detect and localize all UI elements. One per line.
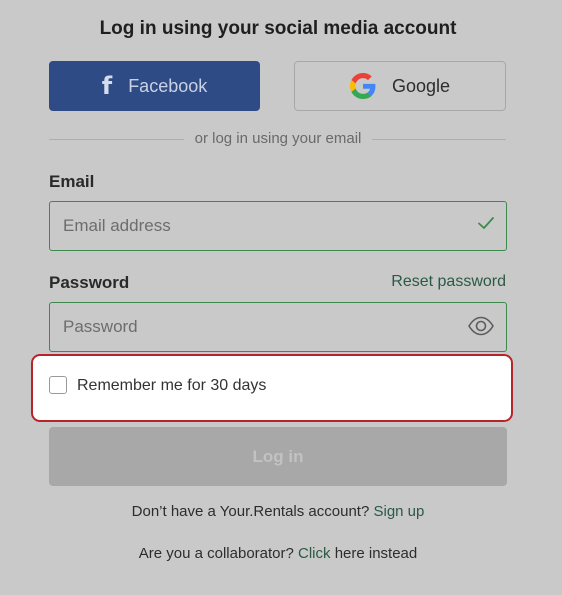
- google-button-label: Google: [391, 75, 451, 96]
- signup-line: Don’t have a Your.Rentals account? Sign …: [0, 503, 556, 520]
- facebook-login-button[interactable]: f Facebook: [49, 61, 260, 111]
- divider-text: or log in using your email: [184, 130, 372, 147]
- login-button[interactable]: Log in: [49, 427, 507, 486]
- signup-prefix: Don’t have a Your.Rentals account?: [131, 503, 370, 520]
- signup-link[interactable]: Sign up: [373, 503, 424, 520]
- reset-password-link[interactable]: Reset password: [391, 273, 506, 291]
- collaborator-prefix: Are you a collaborator?: [138, 545, 294, 562]
- remember-me-checkbox[interactable]: [49, 376, 67, 394]
- collaborator-link[interactable]: Click: [298, 545, 331, 562]
- google-login-button[interactable]: Google: [294, 61, 506, 111]
- password-input-container: [49, 302, 507, 352]
- email-label: Email: [49, 172, 95, 191]
- remember-me-label[interactable]: Remember me for 30 days: [77, 377, 266, 395]
- eye-icon[interactable]: [467, 315, 495, 337]
- check-icon: [478, 217, 494, 229]
- collaborator-line: Are you a collaborator? Click here inste…: [0, 545, 556, 562]
- facebook-button-label: Facebook: [128, 75, 208, 96]
- password-label: Password: [49, 273, 130, 292]
- facebook-icon: f: [101, 72, 113, 100]
- google-icon: [349, 73, 376, 99]
- page-title: Log in using your social media account: [99, 18, 457, 39]
- email-input-container: [49, 201, 507, 251]
- collaborator-suffix: here instead: [334, 545, 418, 562]
- email-input[interactable]: [63, 202, 443, 249]
- password-input[interactable]: [63, 303, 443, 350]
